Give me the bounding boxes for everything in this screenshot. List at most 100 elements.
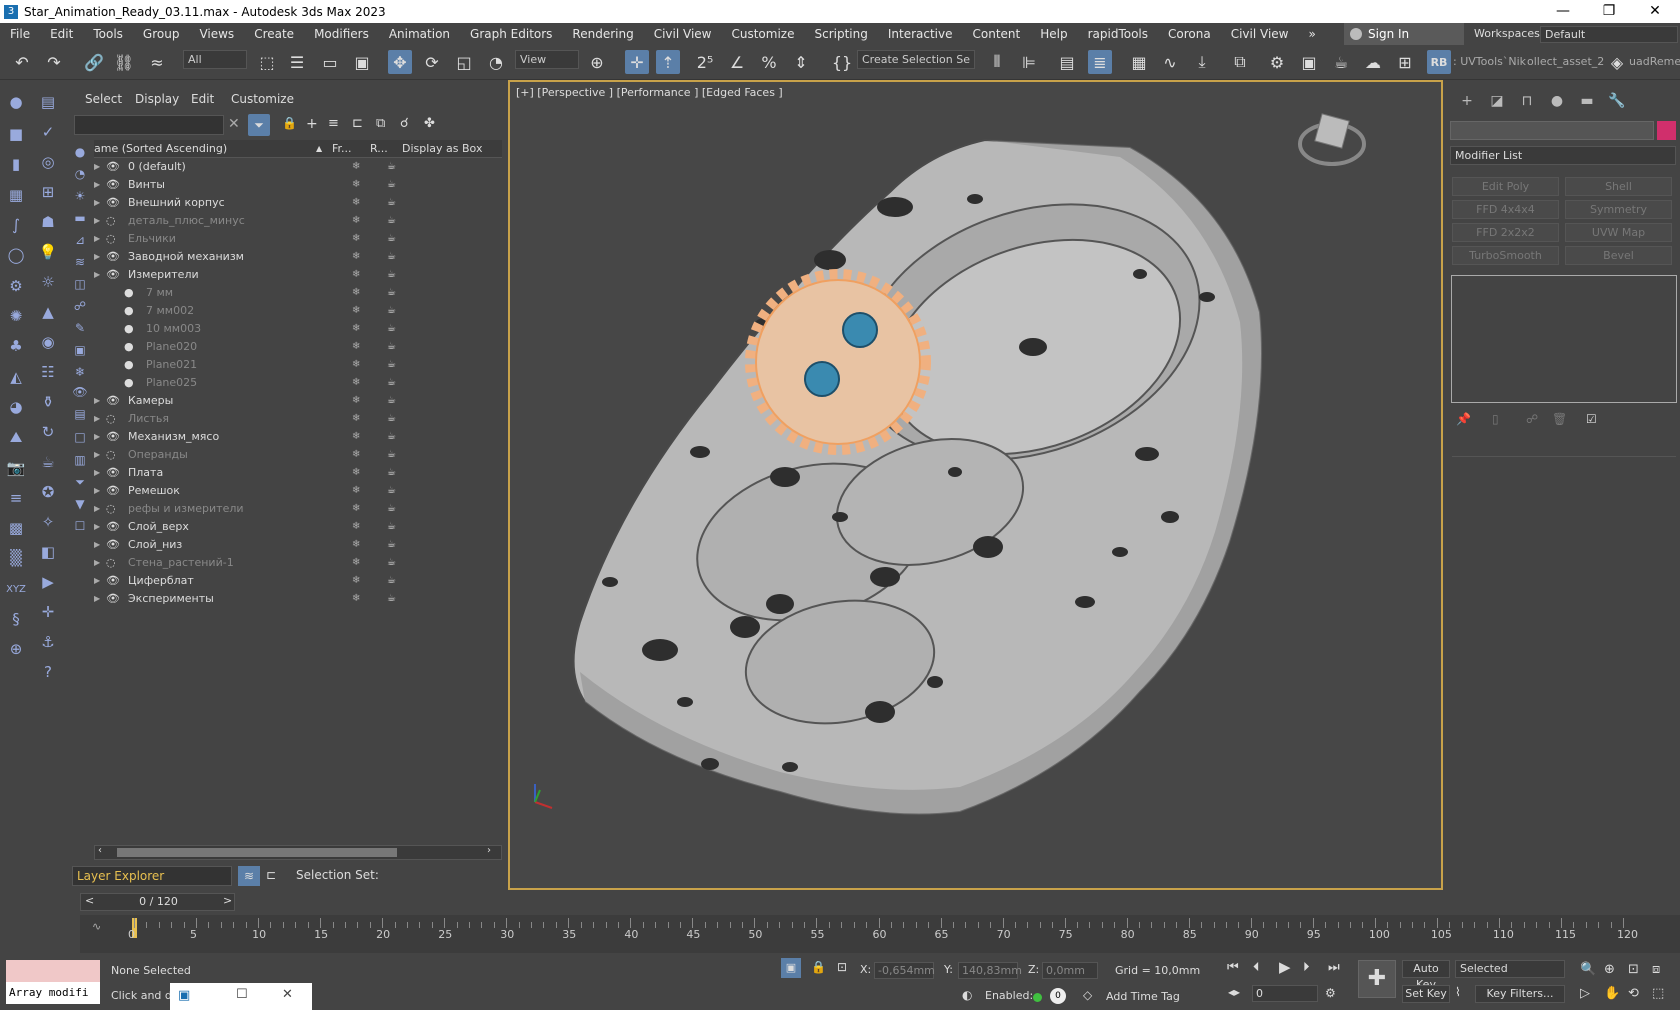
eye-icon[interactable]: 👁	[106, 536, 120, 554]
render-teapot-icon[interactable]: ☕	[387, 410, 396, 428]
layer-row[interactable]: ● Plane020 ❄ ☕	[94, 338, 502, 356]
hidden-icon[interactable]: ◌	[106, 500, 116, 518]
rotate-icon[interactable]: ⟳	[420, 50, 444, 74]
hidden-icon[interactable]: ◌	[106, 230, 116, 248]
helper-icon[interactable]: ⚓	[36, 630, 60, 654]
menu-views[interactable]: Views	[189, 23, 244, 45]
menu-interactive[interactable]: Interactive	[878, 23, 963, 45]
hidden-icon[interactable]: ●	[124, 338, 134, 356]
edit-named-selection-icon[interactable]: {}	[830, 50, 854, 74]
layer-row[interactable]: ▶ 👁 Внешний корпус ❄ ☕	[94, 194, 502, 212]
gear-icon[interactable]: ⚙	[4, 274, 28, 298]
restore-button[interactable]: ❐	[1586, 0, 1632, 23]
make-unique-icon[interactable]: ☍	[1526, 412, 1538, 426]
render-teapot-icon[interactable]: ☕	[387, 338, 396, 356]
filter-all-icon[interactable]: ▤	[68, 402, 92, 426]
layer-row[interactable]: ● 10 мм003 ❄ ☕	[94, 320, 502, 338]
teapot-icon[interactable]: ☕	[36, 450, 60, 474]
expand-arrow-icon[interactable]: ▶	[94, 392, 100, 410]
modifier-stack[interactable]	[1451, 275, 1677, 403]
filter-selset-icon[interactable]: ☐	[68, 514, 92, 538]
grid-small-icon[interactable]: ⊞	[36, 180, 60, 204]
freeze-icon[interactable]: ❄	[352, 356, 360, 374]
layers-stack-icon[interactable]: ⧉	[376, 116, 385, 131]
render-teapot-icon[interactable]: ☕	[387, 230, 396, 248]
layer-row[interactable]: ▶ ◌ Операнды ❄ ☕	[94, 446, 502, 464]
layer-row[interactable]: ▶ 👁 Слой_низ ❄ ☕	[94, 536, 502, 554]
filter-funnel2-icon[interactable]: ▼	[68, 492, 92, 516]
expand-arrow-icon[interactable]: ▶	[94, 536, 100, 554]
symmetry-button[interactable]: Symmetry	[1565, 200, 1672, 219]
layer-row[interactable]: ▶ 👁 Плата ❄ ☕	[94, 464, 502, 482]
layer-name[interactable]: Винты	[128, 176, 165, 194]
prev-key-icon[interactable]: ⏴	[1253, 960, 1260, 975]
sync-icon[interactable]: ✤	[424, 116, 435, 131]
curve-toggle-icon[interactable]: ∿	[92, 920, 101, 933]
atom-icon[interactable]: ✺	[4, 304, 28, 328]
curve-editor-icon[interactable]: ∿	[1158, 50, 1182, 74]
expand-arrow-icon[interactable]: ▶	[94, 464, 100, 482]
layer-row[interactable]: ▶ ◌ Листья ❄ ☕	[94, 410, 502, 428]
scroll-thumb[interactable]	[117, 848, 397, 857]
layer-row[interactable]: ▶ ◌ деталь_плюс_минус ❄ ☕	[94, 212, 502, 230]
circle-icon[interactable]: ◯	[4, 243, 28, 267]
hidden-icon[interactable]: ◌	[106, 554, 116, 572]
motion-tab-icon[interactable]: ●	[1546, 90, 1568, 112]
render-teapot-icon[interactable]: ☕	[387, 536, 396, 554]
filter-bones-icon[interactable]: ✎	[68, 316, 92, 340]
render-teapot-icon[interactable]: ☕	[387, 158, 396, 176]
goto-start-icon[interactable]: ⏮	[1227, 960, 1239, 975]
new-layer-icon[interactable]: +	[306, 116, 318, 132]
sign-in-button[interactable]: Sign In	[1344, 23, 1464, 45]
move-small-icon[interactable]: ✛	[36, 600, 60, 624]
set-key-icon[interactable]: ✚	[1358, 960, 1396, 998]
toggle-ribbon-icon[interactable]: ▦	[1127, 50, 1151, 74]
eye-icon[interactable]: 👁	[106, 194, 120, 212]
ffd444-button[interactable]: FFD 4x4x4	[1452, 200, 1559, 219]
clear-search-icon[interactable]: ✕	[228, 116, 240, 132]
freeze-icon[interactable]: ❄	[352, 572, 360, 590]
menu-create[interactable]: Create	[244, 23, 304, 45]
reference-coord-dropdown[interactable]: View	[515, 50, 579, 69]
layer-row[interactable]: ● Plane021 ❄ ☕	[94, 356, 502, 374]
play-icon[interactable]: ▶	[1279, 958, 1291, 976]
layer-name[interactable]: Заводной механизм	[128, 248, 244, 266]
filter-warps-icon[interactable]: ≋	[68, 250, 92, 274]
time-tag-icon[interactable]: 0	[1050, 988, 1066, 1004]
sort-by-layer-icon[interactable]: ≋	[238, 866, 260, 886]
freeze-icon[interactable]: ❄	[352, 482, 360, 500]
render-frame-icon[interactable]: ▣	[1297, 50, 1321, 74]
header-render[interactable]: R...	[370, 142, 388, 155]
place-icon[interactable]: ◔	[484, 50, 508, 74]
select-object-icon[interactable]: ⬚	[255, 50, 279, 74]
stack-icon[interactable]: ≡	[4, 486, 28, 510]
adaptive-degradation-icon[interactable]: ◐	[962, 988, 972, 1002]
layer-name[interactable]: Plane021	[146, 356, 197, 374]
freeze-icon[interactable]: ❄	[352, 410, 360, 428]
sphere-icon[interactable]: ●	[4, 90, 28, 114]
spinner-snap-icon[interactable]: ⇕	[789, 50, 813, 74]
freeze-icon[interactable]: ❄	[352, 212, 360, 230]
quadremesh-icon[interactable]: ◈	[1605, 50, 1629, 74]
layer-name[interactable]: Plane025	[146, 374, 197, 392]
utilities-tab-icon[interactable]: 🔧	[1606, 90, 1628, 112]
absolute-mode-icon[interactable]: ⊡	[837, 960, 847, 974]
selected-gear[interactable]	[755, 279, 921, 445]
freeze-icon[interactable]: ❄	[352, 518, 360, 536]
freeze-icon[interactable]: ❄	[352, 230, 360, 248]
minimize-button[interactable]: —	[1540, 0, 1586, 23]
auto-key-button[interactable]: Auto Key	[1402, 960, 1450, 991]
uvw-map-button[interactable]: UVW Map	[1565, 223, 1672, 242]
render-teapot-icon[interactable]: ☕	[387, 464, 396, 482]
cone-icon[interactable]: ▲	[36, 300, 60, 324]
bind-spacewarp-icon[interactable]: ≈	[145, 50, 169, 74]
help-icon[interactable]: ?	[36, 660, 60, 684]
grid-icon[interactable]: ▦	[4, 183, 28, 207]
pivot-icon[interactable]: ⊕	[585, 50, 609, 74]
check-icon[interactable]: ✓	[36, 120, 60, 144]
selection-lock-icon[interactable]: 🔒	[811, 960, 826, 974]
current-frame-field[interactable]: 0	[1252, 985, 1318, 1002]
render-teapot-icon[interactable]: ☕	[387, 284, 396, 302]
layer-name[interactable]: 0 (default)	[128, 158, 186, 176]
modifier-list-dropdown[interactable]: Modifier List	[1450, 146, 1676, 165]
